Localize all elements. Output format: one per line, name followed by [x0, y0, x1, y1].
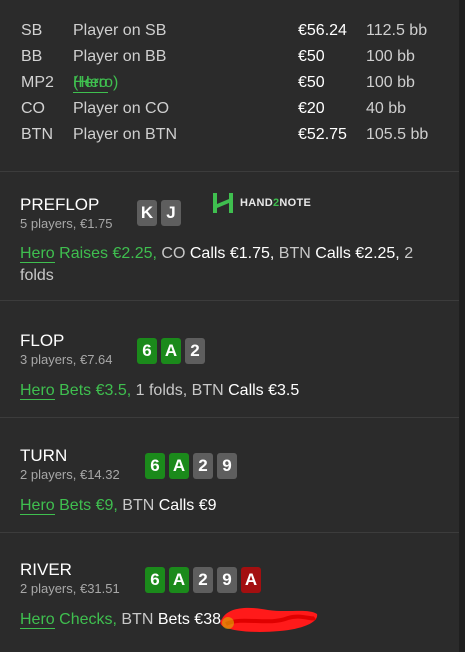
- card: A: [161, 338, 181, 364]
- card: K: [137, 200, 157, 226]
- seat-player-name[interactable]: Player on SB: [73, 22, 166, 40]
- seat-player-name[interactable]: Player on BTN: [73, 126, 177, 144]
- seat-row-sb: SB Player on SB €56.24 112.5 bb: [0, 22, 459, 48]
- seat-stack-bb: 100 bb: [366, 48, 415, 65]
- street-pot-info: 2 players, €31.51: [20, 581, 120, 596]
- seat-stack: €50: [298, 48, 325, 65]
- seat-stack: €56.24: [298, 22, 347, 39]
- street-title: TURN: [20, 446, 68, 465]
- card: 2: [185, 338, 205, 364]
- street-action: Hero Checks, BTN Bets €38,: [20, 611, 226, 629]
- street-pot-info: 2 players, €14.32: [20, 467, 120, 482]
- street-title: RIVER: [20, 560, 72, 579]
- board-cards: 6 A 2 9 A: [145, 567, 261, 593]
- card: 9: [217, 567, 237, 593]
- card: A: [169, 567, 189, 593]
- seat-stack-bb: 105.5 bb: [366, 126, 429, 143]
- seat-stack-bb: 100 bb: [366, 74, 415, 91]
- hero-link[interactable]: Hero: [20, 382, 55, 400]
- street-flop: FLOP 3 players, €7.64 6 A 2 Hero Bets €3…: [0, 301, 459, 417]
- redaction-scribble: [220, 607, 318, 632]
- hero-link[interactable]: Hero: [20, 497, 55, 515]
- seat-row-bb: BB Player on BB €50 100 bb: [0, 48, 459, 74]
- card: 6: [145, 453, 165, 479]
- scrollbar[interactable]: [459, 0, 465, 652]
- seat-position: BB: [21, 48, 43, 65]
- seat-position: BTN: [21, 126, 53, 143]
- seat-position: SB: [21, 22, 43, 39]
- seat-stack: €50: [298, 74, 325, 91]
- hero-link[interactable]: Hero: [20, 611, 55, 629]
- hero-link[interactable]: Hero: [20, 245, 55, 263]
- card: 6: [145, 567, 165, 593]
- seat-position: CO: [21, 100, 45, 117]
- card: 2: [193, 567, 213, 593]
- street-title: PREFLOP: [20, 195, 100, 214]
- card: 9: [217, 453, 237, 479]
- street-action: Hero Bets €3.5, 1 folds, BTN Calls €3.5: [20, 382, 300, 400]
- street-title: FLOP: [20, 331, 65, 350]
- card: 2: [193, 453, 213, 479]
- seat-player-name[interactable]: Player on CO: [73, 100, 169, 118]
- hand2note-logo: HAND2NOTE: [212, 192, 311, 214]
- seat-stack: €20: [298, 100, 325, 117]
- street-pot-info: 5 players, €1.75: [20, 216, 113, 231]
- board-cards: 6 A 2: [137, 338, 205, 364]
- street-action: Hero Raises €2.25, CO Calls €1.75, BTN C…: [20, 245, 414, 284]
- street-action: Hero Bets €9, BTN Calls €9: [20, 497, 217, 515]
- card: J: [161, 200, 181, 226]
- hero-name-suffix: (Hero): [73, 74, 119, 91]
- seat-stack-bb: 112.5 bb: [366, 22, 428, 39]
- card: 6: [137, 338, 157, 364]
- seat-row-co: CO Player on CO €20 40 bb: [0, 100, 459, 126]
- board-cards: 6 A 2 9: [145, 453, 237, 479]
- seat-row-btn: BTN Player on BTN €52.75 105.5 bb: [0, 126, 459, 152]
- seat-stack-bb: 40 bb: [366, 100, 407, 117]
- card: A: [169, 453, 189, 479]
- seat-position: MP2: [21, 74, 54, 91]
- seat-table: SB Player on SB €56.24 112.5 bb BB Playe…: [0, 0, 459, 168]
- seat-stack: €52.75: [298, 126, 347, 143]
- card: A: [241, 567, 261, 593]
- hand2note-logo-text: HAND2NOTE: [240, 197, 312, 209]
- hand2note-logo-icon: [213, 193, 233, 213]
- street-turn: TURN 2 players, €14.32 6 A 2 9 Hero Bets…: [0, 418, 459, 532]
- street-pot-info: 3 players, €7.64: [20, 352, 113, 367]
- seat-player-name[interactable]: Player on BB: [73, 48, 166, 66]
- seat-row-mp2: MP2 Hero (Hero) €50 100 bb: [0, 74, 459, 100]
- hole-cards: K J: [137, 200, 181, 226]
